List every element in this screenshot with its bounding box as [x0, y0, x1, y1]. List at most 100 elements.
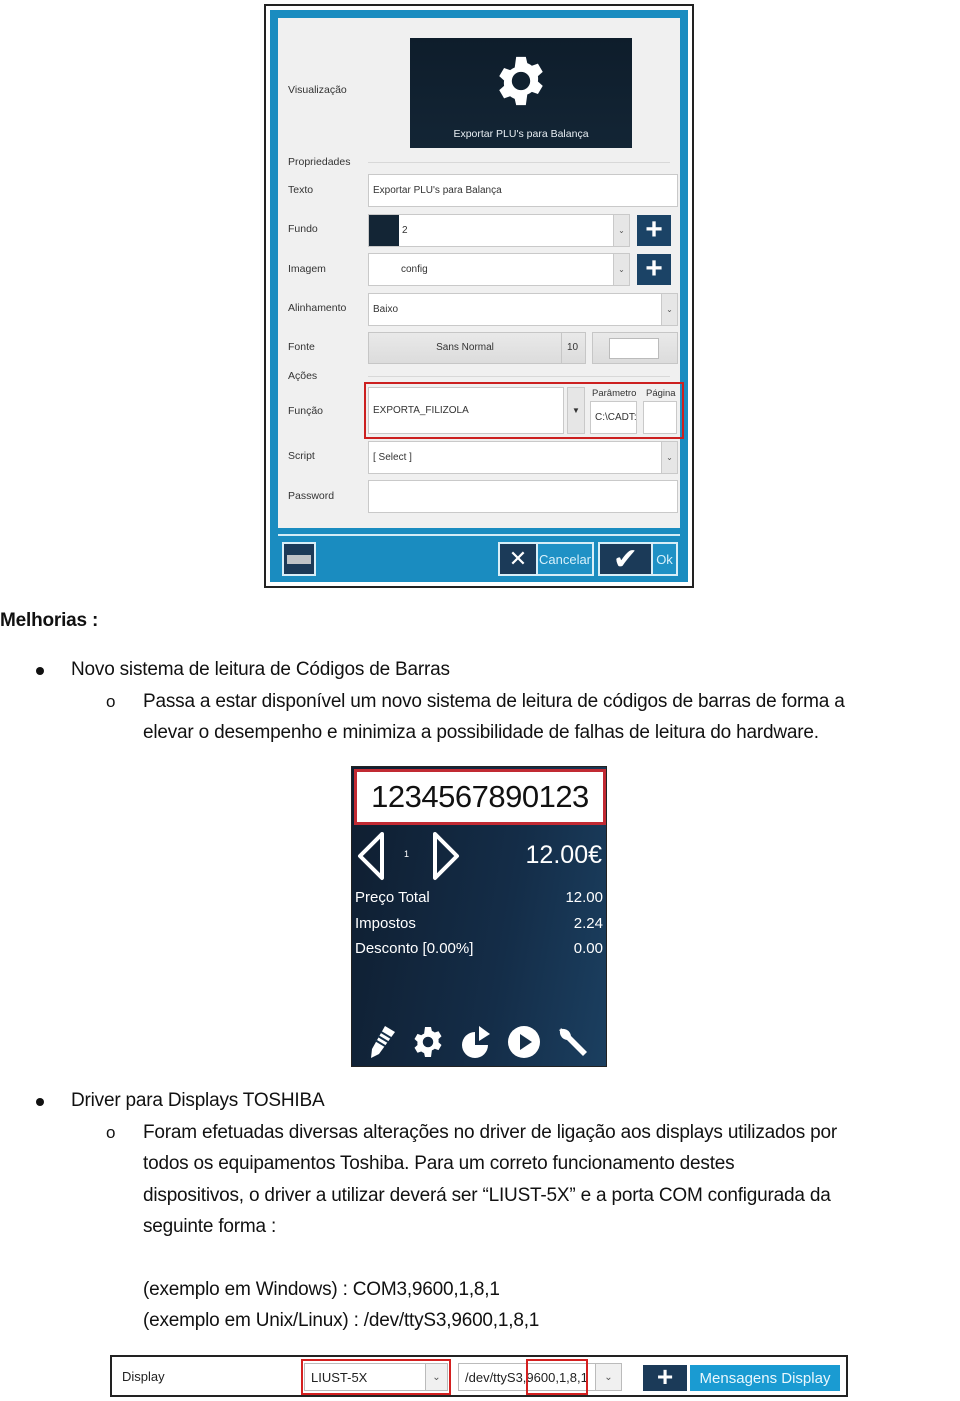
wrench-icon[interactable]: [555, 1024, 591, 1060]
function-dropdown-button[interactable]: ▼: [567, 387, 585, 434]
keyboard-icon: [284, 544, 314, 574]
label-page: Página: [646, 388, 676, 399]
add-display-button[interactable]: +: [643, 1363, 687, 1391]
label-image: Imagem: [288, 263, 326, 275]
row-value: 0.00: [573, 940, 603, 957]
background-select[interactable]: 2 ⌄: [368, 214, 630, 247]
bullet-icon: [36, 1098, 44, 1106]
caret-down-icon: ▼: [572, 406, 580, 415]
background-value: 2: [402, 225, 408, 236]
font-size: 10: [567, 342, 579, 353]
summary-row: Desconto [0.00%] 0.00: [355, 940, 603, 957]
list-item-title: Novo sistema de leitura de Códigos de Ba…: [71, 659, 450, 680]
label-script: Script: [288, 450, 315, 462]
display-label: Display: [122, 1369, 165, 1384]
chevron-down-icon[interactable]: ⌄: [595, 1364, 621, 1390]
label-preview: Visualização: [288, 84, 347, 96]
list-item-text: seguinte forma :: [143, 1216, 277, 1237]
label-background: Fundo: [288, 223, 318, 235]
play-icon[interactable]: [506, 1024, 542, 1060]
divider: [368, 376, 670, 377]
plus-icon: +: [645, 213, 663, 246]
next-arrow-icon[interactable]: [429, 831, 461, 881]
bullet-icon: [36, 667, 44, 675]
list-item-text: Foram efetuadas diversas alterações no d…: [143, 1122, 837, 1143]
chevron-down-icon[interactable]: ⌄: [661, 442, 677, 473]
pos-toolbar: [352, 1024, 606, 1060]
chevron-down-icon[interactable]: ⌄: [613, 254, 629, 285]
previous-arrow-icon[interactable]: [356, 831, 388, 881]
chevron-down-icon[interactable]: ⌄: [661, 294, 677, 325]
label-actions: Ações: [288, 370, 318, 382]
font-button[interactable]: Sans Normal 10: [368, 332, 586, 364]
cancel-label: Cancelar: [536, 544, 592, 574]
chevron-down-icon[interactable]: ⌄: [613, 215, 629, 246]
password-input[interactable]: [368, 480, 678, 513]
label-parameter: Parâmetro: [592, 388, 637, 399]
color-swatch: [609, 338, 659, 359]
gear-icon[interactable]: [410, 1024, 446, 1060]
label-password: Password: [288, 490, 335, 502]
pencil-icon[interactable]: [367, 1024, 397, 1060]
example-text: (exemplo em Windows) : COM3,9600,1,8,1: [143, 1279, 500, 1300]
section-heading: Melhorias :: [0, 610, 99, 631]
page-input[interactable]: [643, 401, 677, 434]
font-color-button[interactable]: [592, 332, 678, 364]
dialog-frame: Visualização Exportar PLU's para Balança…: [270, 10, 688, 582]
plus-icon: +: [656, 1361, 674, 1392]
divider: [278, 534, 680, 536]
divider: [561, 333, 562, 363]
summary-row: Preço Total 12.00: [355, 889, 603, 906]
preview-caption: Exportar PLU's para Balança: [453, 128, 589, 140]
list-item-text: todos os equipamentos Toshiba. Para um c…: [143, 1153, 735, 1174]
pie-chart-icon[interactable]: [459, 1024, 493, 1060]
label-text: Texto: [288, 184, 314, 196]
list-item-text: elevar o desempenho e minimiza a possibi…: [143, 722, 819, 743]
checkmark-icon: ✔: [600, 543, 651, 576]
display-settings-screenshot: Display LIUST-5X ⌄ /dev/ttyS3,9600,1,8,1…: [110, 1355, 848, 1397]
label-function: Função: [288, 405, 324, 417]
display-messages-button[interactable]: Mensagens Display: [690, 1365, 840, 1391]
button-preview: Exportar PLU's para Balança: [410, 38, 632, 148]
row-label: Desconto [0.00%]: [355, 940, 474, 957]
divider: [368, 162, 670, 163]
image-value: config: [401, 264, 428, 275]
label-properties: Propriedades: [288, 156, 351, 168]
gear-icon: [499, 56, 543, 106]
ok-label: Ok: [651, 544, 676, 574]
sub-bullet-icon: o: [106, 1123, 116, 1142]
script-value: [ Select ]: [373, 452, 412, 463]
button-properties-dialog-screenshot: Visualização Exportar PLU's para Balança…: [264, 4, 694, 588]
function-select[interactable]: EXPORTA_FILIZOLA: [368, 387, 564, 434]
ok-button[interactable]: ✔ Ok: [598, 542, 678, 576]
close-icon: ✕: [500, 544, 536, 574]
highlight-box: [301, 1359, 451, 1395]
summary-row: Impostos 2.24: [355, 915, 603, 932]
plus-icon: +: [645, 252, 663, 285]
image-select[interactable]: config ⌄: [368, 253, 630, 286]
list-item-text: dispositivos, o driver a utilizar deverá…: [143, 1185, 831, 1206]
label-alignment: Alinhamento: [288, 302, 347, 314]
color-swatch: [369, 215, 399, 246]
list-item-text: Passa a estar disponível um novo sistema…: [143, 691, 845, 712]
keyboard-button[interactable]: [282, 542, 316, 576]
font-name: Sans Normal: [436, 342, 494, 353]
script-select[interactable]: [ Select ] ⌄: [368, 441, 678, 474]
barcode-display: 1234567890123: [354, 769, 606, 825]
alignment-select[interactable]: Baixo ⌄: [368, 293, 678, 326]
add-background-button[interactable]: +: [637, 215, 671, 246]
parameter-input[interactable]: C:\CADT:: [590, 401, 637, 434]
row-value: 12.00: [565, 889, 603, 906]
alignment-value: Baixo: [373, 304, 399, 315]
list-item-title: Driver para Displays TOSHIBA: [71, 1090, 325, 1111]
dialog-panel: Visualização Exportar PLU's para Balança…: [278, 18, 684, 528]
sub-bullet-icon: o: [106, 692, 116, 711]
example-text: (exemplo em Unix/Linux) : /dev/ttyS3,960…: [143, 1310, 540, 1331]
cancel-button[interactable]: ✕ Cancelar: [498, 542, 594, 576]
total-display: 12.00€: [525, 841, 602, 869]
highlight-box: [526, 1359, 588, 1395]
add-image-button[interactable]: +: [637, 254, 671, 285]
page-number: 1: [404, 849, 410, 859]
text-input[interactable]: Exportar PLU's para Balança: [368, 174, 678, 207]
label-font: Fonte: [288, 341, 315, 353]
